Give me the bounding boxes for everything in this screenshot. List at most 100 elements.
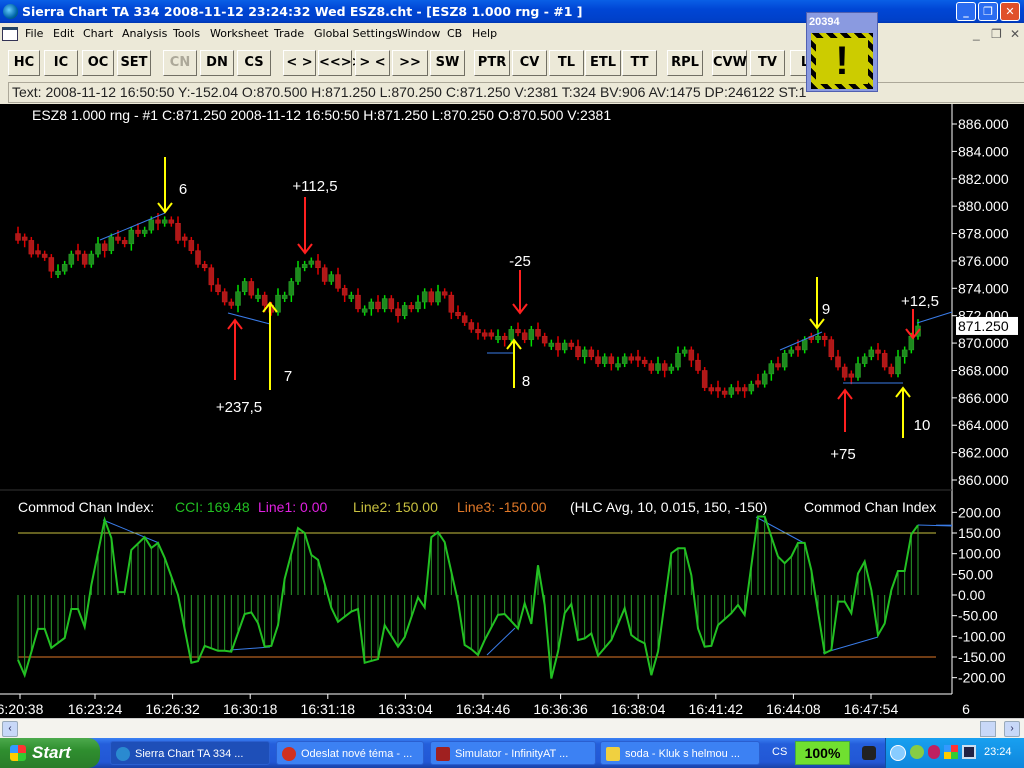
menu-window[interactable]: Window (397, 23, 440, 45)
task-browser[interactable]: Odeslat nové téma - ... (276, 741, 424, 765)
candle-up (655, 363, 661, 371)
menu-analysis[interactable]: Analysis (122, 23, 167, 45)
candle-down (375, 301, 381, 310)
toolbar-button-ptr[interactable]: PTR (474, 50, 510, 76)
candle-down (75, 250, 81, 255)
cci-legend-line1: Line1: 0.00 (258, 499, 327, 515)
chart-svg[interactable]: ESZ8 1.000 rng - #1 C:871.250 2008-11-12… (0, 104, 1024, 718)
candle-down (188, 240, 195, 251)
toolbar-button-tt[interactable]: TT (622, 50, 657, 76)
clock[interactable]: 23:24 (984, 746, 1012, 758)
toolbar-button-rpl[interactable]: RPL (667, 50, 703, 76)
candle-up (801, 339, 808, 351)
candle-down (588, 349, 595, 358)
battery-indicator[interactable]: 100% (795, 741, 850, 765)
toolbar-button-nav-10[interactable]: >><< (392, 50, 428, 94)
menu-edit[interactable]: Edit (53, 23, 74, 45)
toolbar-button-nav-7[interactable]: < > (283, 50, 316, 76)
toolbar-button-set[interactable]: SET (117, 50, 151, 76)
toolbar-button-ic[interactable]: IC (44, 50, 78, 76)
mdi-restore-button[interactable]: ❐ (991, 27, 1002, 41)
candle-down (835, 356, 841, 368)
toolbar-button-oc[interactable]: OC (82, 50, 114, 76)
app-globe-icon (3, 4, 18, 19)
minimize-button[interactable]: _ (956, 2, 976, 21)
tray-expand-icon[interactable] (890, 745, 906, 761)
candle-down (201, 264, 208, 269)
toolbar-button-dn[interactable]: DN (200, 50, 234, 76)
toolbar-button-hc[interactable]: HC (8, 50, 40, 76)
tray-app-icon[interactable] (910, 745, 924, 759)
task-label: soda - Kluk s helmou ... (625, 748, 740, 760)
close-button[interactable]: ✕ (1000, 2, 1020, 21)
task-simulator[interactable]: Simulator - InfinityAT ... (430, 741, 596, 765)
tray-windows-icon[interactable] (944, 745, 958, 759)
cci-axis-label: -100.00 (958, 628, 1006, 644)
scroll-thumb[interactable] (980, 721, 996, 737)
mdi-close-button[interactable]: ✕ (1010, 27, 1020, 41)
price-axis-label: 860.000 (958, 472, 1009, 488)
candle-up (301, 264, 308, 269)
annotation-label: 6 (179, 181, 187, 198)
toolbar-button-cs[interactable]: CS (237, 50, 271, 76)
document-icon[interactable] (2, 27, 18, 41)
scroll-left-button[interactable]: ‹ (2, 721, 18, 737)
menu-file[interactable]: File (25, 23, 43, 45)
toolbar-button-sw[interactable]: SW (430, 50, 465, 76)
time-axis-label: 16:34:46 (456, 701, 511, 717)
network-icon[interactable] (962, 745, 976, 759)
bluetooth-icon[interactable] (928, 745, 940, 759)
toolbar-button-cn: CN (163, 50, 197, 76)
power-plug-icon[interactable] (862, 746, 876, 760)
annotation-label: 7 (284, 368, 292, 385)
toolbar-button-cvw[interactable]: CVW (712, 50, 747, 76)
start-button[interactable]: Start (0, 738, 100, 768)
candle-up (621, 356, 628, 364)
toolbar-button-tl[interactable]: TL (549, 50, 584, 76)
globe-icon (116, 747, 130, 761)
alert-popup[interactable]: 20394 ! (806, 12, 878, 92)
toolbar-button-nav-9[interactable]: > < (355, 50, 390, 76)
candle-down (555, 342, 561, 351)
candle-down (721, 390, 728, 395)
menu-tools[interactable]: Tools (173, 23, 200, 45)
menu-help[interactable]: Help (472, 23, 497, 45)
time-axis-label: 16:31:18 (301, 701, 356, 717)
mdi-minimize-button[interactable]: _ (973, 27, 980, 41)
candle-down (468, 322, 475, 330)
cci-legend-name2: Commod Chan Index (804, 499, 936, 515)
language-indicator[interactable]: CS (772, 746, 787, 758)
toolbar-button-tv[interactable]: TV (750, 50, 785, 76)
restore-button[interactable]: ❐ (978, 2, 998, 21)
price-axis-label: 878.000 (958, 226, 1009, 242)
price-axis-label: 864.000 (958, 417, 1009, 433)
time-axis-label: 16:33:04 (378, 701, 433, 717)
candle-up (781, 353, 788, 368)
task-sierra-chart[interactable]: Sierra Chart TA 334 ... (110, 741, 270, 765)
candle-up (421, 291, 428, 303)
menu-cb[interactable]: CB (447, 23, 462, 45)
annotation-label: +75 (830, 446, 855, 463)
toolbar-button-cv[interactable]: CV (512, 50, 547, 76)
chart-area[interactable]: ESZ8 1.000 rng - #1 C:871.250 2008-11-12… (0, 104, 1024, 718)
task-folder[interactable]: soda - Kluk s helmou ... (600, 741, 760, 765)
scroll-right-button[interactable]: › (1004, 721, 1020, 737)
candle-down (628, 356, 635, 361)
candle-down (568, 342, 575, 347)
candle-down (168, 219, 175, 224)
trendline (486, 627, 516, 656)
toolbar-button-nav-8[interactable]: <<>> (318, 50, 363, 76)
candle-down (701, 370, 708, 388)
menu-chart[interactable]: Chart (83, 23, 113, 45)
horizontal-scrollbar[interactable]: ‹ › (0, 718, 1024, 738)
candle-down (461, 315, 468, 323)
menu-global-settings[interactable]: Global Settings (314, 23, 398, 45)
cci-axis-label: 50.00 (958, 566, 993, 582)
menu-worksheet[interactable]: Worksheet (210, 23, 268, 45)
candle-up (281, 294, 288, 299)
toolbar-button-etl[interactable]: ETL (585, 50, 621, 76)
candle-down (315, 260, 321, 269)
candle-down (121, 240, 128, 245)
cci-legend-line3: Line3: -150.00 (457, 499, 547, 515)
menu-trade[interactable]: Trade (274, 23, 304, 45)
